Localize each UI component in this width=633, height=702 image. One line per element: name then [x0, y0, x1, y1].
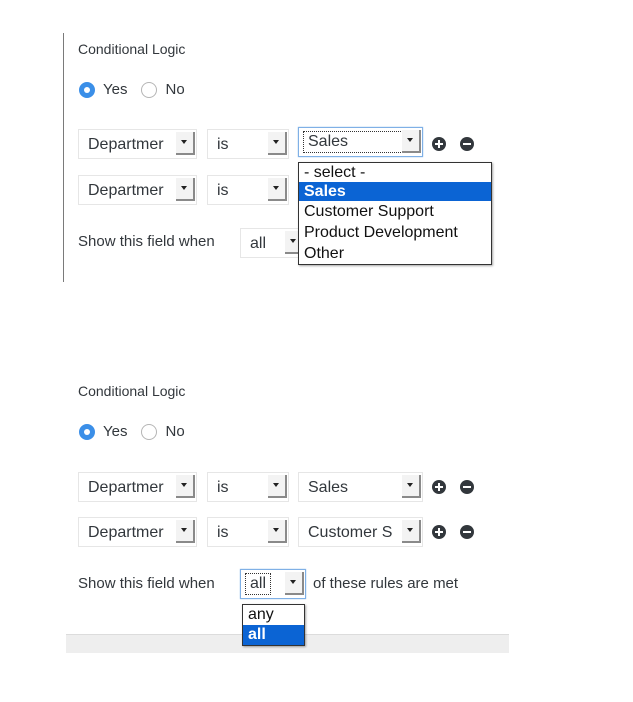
dropdown-option[interactable]: Product Development: [299, 222, 491, 243]
rule-2-operator-select[interactable]: is: [207, 517, 289, 547]
panel-left-border: [63, 33, 64, 282]
dropdown-arrow-icon: [176, 520, 195, 543]
dropdown-arrow-icon: [176, 132, 195, 155]
show-when-value: all: [244, 573, 272, 595]
rule-1-operator-value: is: [217, 479, 229, 496]
rule-2-field-select[interactable]: Departmer: [78, 517, 197, 547]
rule-1-field-value: Departmer: [88, 136, 164, 153]
dropdown-arrow-icon: [268, 520, 287, 543]
radio-yes-label: Yes: [103, 423, 128, 440]
dropdown-arrow-icon: [176, 178, 195, 201]
plus-circle-icon[interactable]: [432, 137, 446, 151]
rule-1-value: Sales: [303, 131, 403, 153]
radio-yes[interactable]: [79, 423, 95, 440]
show-when-select[interactable]: all: [240, 569, 306, 599]
show-when-value: all: [250, 235, 267, 252]
rule-2-value: Customer S: [308, 524, 393, 541]
minus-circle-icon[interactable]: [460, 480, 474, 494]
rule-1-field-select[interactable]: Departmer: [78, 472, 197, 502]
conditional-logic-radio-group: Yes No: [79, 81, 199, 98]
dropdown-option[interactable]: Other: [299, 243, 491, 264]
show-when-dropdown-list: any all: [242, 604, 305, 646]
dropdown-option-selected[interactable]: all: [243, 625, 304, 645]
rule-1-field-select[interactable]: Departmer: [78, 129, 197, 159]
minus-circle-icon[interactable]: [460, 137, 474, 151]
rule-2-operator-value: is: [217, 524, 229, 541]
show-when-select[interactable]: all: [240, 228, 306, 258]
rule-2-field-value: Departmer: [88, 524, 164, 541]
rule-2-field-value: Departmer: [88, 182, 164, 199]
radio-yes[interactable]: [79, 81, 95, 98]
conditional-logic-radio-group: Yes No: [79, 423, 199, 440]
dropdown-arrow-icon: [268, 132, 287, 155]
dropdown-arrow-icon: [176, 475, 195, 498]
rule-2-operator-value: is: [217, 182, 229, 199]
radio-yes-label: Yes: [103, 81, 128, 98]
dropdown-option[interactable]: Customer Support: [299, 201, 491, 222]
show-when-label: Show this field when: [78, 575, 215, 592]
plus-circle-icon[interactable]: [432, 525, 446, 539]
show-when-label: Show this field when: [78, 233, 215, 250]
dropdown-arrow-icon: [285, 572, 304, 595]
rule-2-operator-select[interactable]: is: [207, 175, 289, 205]
rule-2-field-select[interactable]: Departmer: [78, 175, 197, 205]
radio-no[interactable]: [141, 81, 158, 98]
rule-1-operator-select[interactable]: is: [207, 129, 289, 159]
rule-1-value-select[interactable]: Sales: [298, 127, 423, 157]
minus-circle-icon[interactable]: [460, 525, 474, 539]
radio-no-label: No: [165, 423, 185, 440]
conditional-logic-heading: Conditional Logic: [78, 41, 186, 57]
rule-2-value-select[interactable]: Customer S: [298, 517, 423, 547]
rule-1-value-select[interactable]: Sales: [298, 472, 423, 502]
value-dropdown-list: - select - Sales Customer Support Produc…: [298, 162, 492, 265]
dropdown-arrow-icon: [268, 178, 287, 201]
conditional-logic-heading: Conditional Logic: [78, 383, 186, 399]
dropdown-arrow-icon: [402, 130, 421, 153]
dropdown-arrow-icon: [402, 475, 421, 498]
rule-1-operator-select[interactable]: is: [207, 472, 289, 502]
dropdown-arrow-icon: [402, 520, 421, 543]
dropdown-option-selected[interactable]: Sales: [299, 182, 491, 201]
rule-1-operator-value: is: [217, 136, 229, 153]
rule-1-value: Sales: [308, 479, 349, 496]
dropdown-option[interactable]: any: [243, 605, 304, 625]
radio-no-label: No: [165, 81, 185, 98]
rule-1-field-value: Departmer: [88, 479, 164, 496]
dropdown-option[interactable]: - select -: [299, 163, 491, 182]
radio-no[interactable]: [141, 423, 158, 440]
plus-circle-icon[interactable]: [432, 480, 446, 494]
show-when-suffix: of these rules are met: [313, 575, 459, 592]
dropdown-arrow-icon: [268, 475, 287, 498]
